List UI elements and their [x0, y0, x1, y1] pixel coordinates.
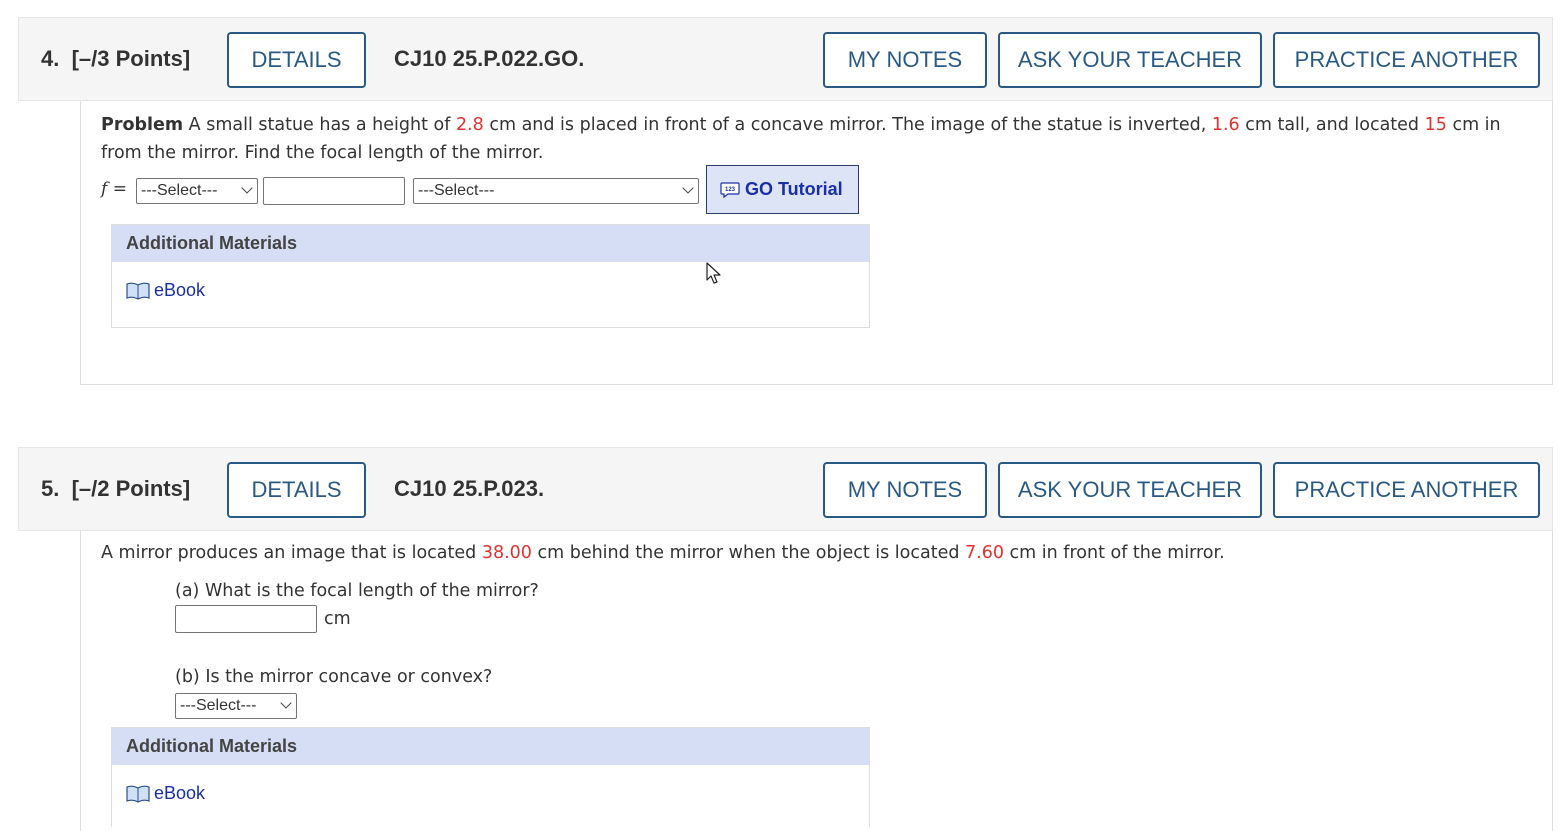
- question-code: CJ10 25.P.022.GO.: [394, 46, 585, 71]
- problem-text-part: cm in front of the mirror.: [1003, 543, 1225, 563]
- my-notes-button[interactable]: MY NOTES: [823, 462, 987, 518]
- question-5: 5. [–/2 Points] DETAILS CJ10 25.P.023. M…: [18, 447, 1553, 831]
- book-icon: [126, 785, 150, 803]
- question-4: 4. [–/3 Points] DETAILS CJ10 25.P.022.GO…: [18, 17, 1553, 385]
- additional-materials-panel: Additional Materials eBook: [111, 727, 870, 827]
- question-body: A mirror produces an image that is locat…: [80, 531, 1553, 831]
- points-label: [–/2 Points]: [71, 476, 191, 501]
- select-value: ---Select---: [141, 182, 218, 199]
- ebook-link[interactable]: eBook: [126, 783, 205, 804]
- problem-text-part: A small statue has a height of: [183, 115, 456, 135]
- question-number-label: 5.: [41, 476, 60, 501]
- practice-another-button[interactable]: PRACTICE ANOTHER: [1273, 462, 1540, 518]
- given-image-distance: 38.00: [481, 543, 532, 563]
- question-header: 5. [–/2 Points] DETAILS CJ10 25.P.023. M…: [18, 447, 1553, 531]
- additional-materials-panel: Additional Materials eBook: [111, 224, 870, 328]
- given-object-distance: 7.60: [965, 543, 1004, 563]
- equals-sign: =: [107, 179, 127, 199]
- question-code: CJ10 25.P.023.: [394, 476, 545, 501]
- problem-text-part: cm tall, and located: [1239, 115, 1425, 135]
- ebook-link[interactable]: eBook: [126, 280, 205, 301]
- question-body: Problem A small statue has a height of 2…: [80, 101, 1553, 385]
- answer-label: f =: [101, 179, 127, 199]
- question-number-label: 4.: [41, 46, 60, 71]
- points-label: [–/3 Points]: [71, 46, 191, 71]
- ask-teacher-button[interactable]: ASK YOUR TEACHER: [998, 32, 1262, 88]
- part-a-question: (a) What is the focal length of the mirr…: [175, 581, 539, 601]
- select-value: ---Select---: [180, 697, 257, 714]
- book-icon: [126, 282, 150, 300]
- chevron-down-icon: [241, 182, 253, 194]
- given-distance: 15: [1424, 115, 1447, 135]
- problem-text: A mirror produces an image that is locat…: [101, 539, 1531, 567]
- details-button[interactable]: DETAILS: [227, 462, 366, 518]
- question-header: 4. [–/3 Points] DETAILS CJ10 25.P.022.GO…: [18, 17, 1553, 101]
- practice-another-button[interactable]: PRACTICE ANOTHER: [1273, 32, 1540, 88]
- tutorial-icon: 123: [720, 181, 740, 198]
- chevron-down-icon: [280, 697, 292, 709]
- go-tutorial-button[interactable]: 123 GO Tutorial: [706, 165, 859, 214]
- select-value: ---Select---: [418, 182, 495, 199]
- unit-select[interactable]: ---Select---: [413, 178, 699, 204]
- focal-length-input[interactable]: [175, 605, 317, 633]
- problem-lead: Problem: [101, 115, 184, 135]
- question-number: 5. [–/2 Points]: [41, 476, 190, 502]
- part-b-question: (b) Is the mirror concave or convex?: [175, 667, 493, 687]
- ebook-label: eBook: [154, 783, 206, 803]
- go-tutorial-label: GO Tutorial: [745, 179, 843, 199]
- problem-text: Problem A small statue has a height of 2…: [101, 111, 1531, 167]
- details-button[interactable]: DETAILS: [227, 32, 366, 88]
- given-image-height: 1.6: [1211, 115, 1240, 135]
- unit-label: cm: [324, 609, 351, 629]
- question-number: 4. [–/3 Points]: [41, 46, 190, 72]
- additional-materials-header: Additional Materials: [112, 225, 869, 262]
- additional-materials-header: Additional Materials: [112, 728, 869, 765]
- problem-text-part: cm and is placed in front of a concave m…: [483, 115, 1212, 135]
- problem-text-part: A mirror produces an image that is locat…: [101, 543, 482, 563]
- ebook-label: eBook: [154, 280, 206, 300]
- sign-select[interactable]: ---Select---: [136, 178, 258, 204]
- ask-teacher-button[interactable]: ASK YOUR TEACHER: [998, 462, 1262, 518]
- problem-text-part: cm behind the mirror when the object is …: [531, 543, 966, 563]
- focal-length-input[interactable]: [263, 177, 405, 205]
- svg-text:123: 123: [725, 187, 736, 193]
- given-height: 2.8: [455, 115, 484, 135]
- mirror-type-select[interactable]: ---Select---: [175, 693, 297, 719]
- chevron-down-icon: [682, 182, 694, 194]
- my-notes-button[interactable]: MY NOTES: [823, 32, 987, 88]
- mouse-cursor-icon: [706, 262, 721, 284]
